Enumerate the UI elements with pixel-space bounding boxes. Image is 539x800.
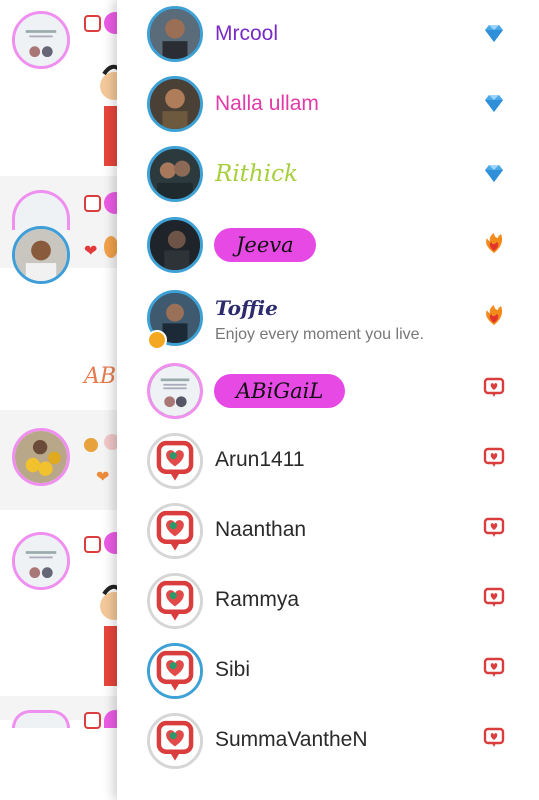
heart-icon: ❤ [84,243,98,260]
member-status: Enjoy every moment you live. [215,326,424,343]
member-row[interactable]: Sibi [117,635,539,705]
member-row[interactable]: Toffie Enjoy every moment you live. [117,282,539,356]
member-name: Nalla ullam [215,92,319,115]
avatar[interactable] [147,76,203,132]
member-row[interactable]: Jeeva [117,210,539,280]
avatar[interactable] [147,363,203,419]
background-avatar[interactable] [12,532,70,590]
avatar[interactable] [147,643,203,699]
background-avatar[interactable] [12,11,70,69]
background-avatar[interactable] [12,428,70,486]
chat-badge-icon [483,657,505,679]
diamond-icon [483,22,505,44]
avatar[interactable] [147,146,203,202]
flame-heart-icon [483,232,505,254]
chat-badge-icon [483,377,505,399]
heart-icon: ❤ [96,469,110,486]
member-row[interactable]: Nalla ullam [117,70,539,140]
background-dot [104,236,118,258]
member-row[interactable]: Arun1411 [117,425,539,495]
avatar[interactable] [147,6,203,62]
chat-badge-icon [483,447,505,469]
chat-badge-icon [483,727,505,749]
chat-badge-icon [84,195,101,212]
chat-badge-icon [483,587,505,609]
flame-heart-icon [483,304,505,326]
member-name: Sibi [215,658,251,681]
chat-badge-icon [483,517,505,539]
chat-badge-icon [84,712,101,729]
avatar[interactable] [147,433,203,489]
member-row[interactable]: Rammya [117,565,539,635]
avatar[interactable] [147,503,203,559]
member-name: Rithick [215,161,298,187]
member-row[interactable]: SummaVantheN [117,705,539,775]
member-name: ABiGaiL [214,374,346,408]
member-name: Naanthan [215,518,307,541]
member-row[interactable]: Naanthan [117,495,539,565]
member-name: Mrcool [215,22,279,45]
avatar[interactable] [147,713,203,769]
member-name: Toffie [215,296,278,320]
background-avatar[interactable] [12,710,70,728]
avatar[interactable] [147,573,203,629]
member-row[interactable]: Rithick [117,140,539,210]
clock-icon [147,330,167,350]
chat-badge-icon [84,15,101,32]
background-avatar[interactable] [12,226,70,284]
member-row[interactable]: ABiGaiL [117,355,539,425]
diamond-icon [483,92,505,114]
member-name: SummaVantheN [215,728,368,751]
background-dot [84,438,98,452]
member-name: Jeeva [214,228,316,262]
member-name: Rammya [215,588,300,611]
diamond-icon [483,162,505,184]
member-row[interactable]: Mrcool [117,0,539,70]
chat-badge-icon [84,536,101,553]
avatar[interactable] [147,217,203,273]
member-name: Arun1411 [215,448,305,471]
background-text-fragment: AB [84,364,117,389]
members-drawer: Mrcool Nalla ullam Rithick Jeeva Toffie … [117,0,539,800]
